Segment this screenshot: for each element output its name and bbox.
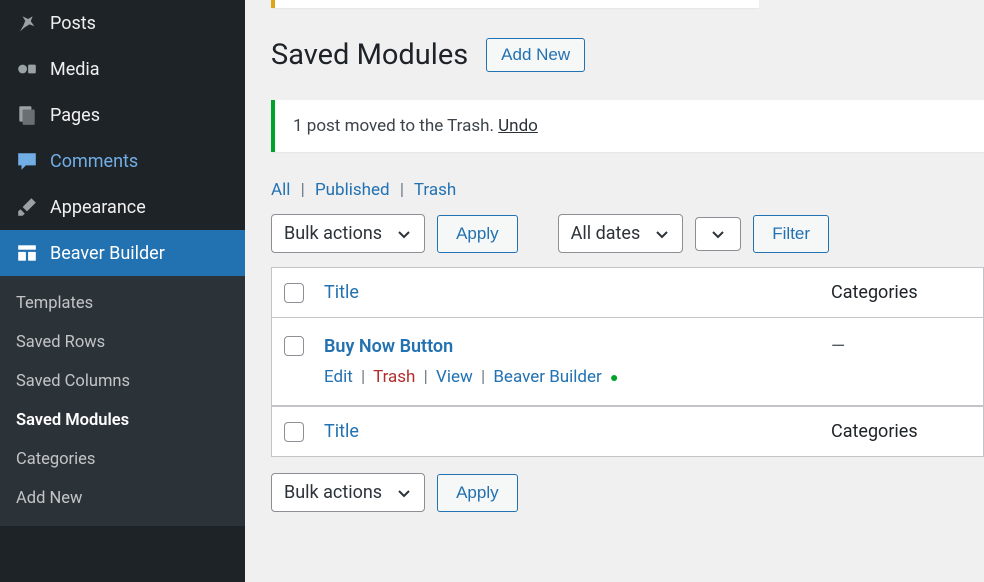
notice-warning-stub (271, 0, 759, 8)
subnav-add-new[interactable]: Add New (0, 479, 245, 518)
chevron-down-icon (396, 226, 412, 242)
row-categories: — (831, 336, 971, 357)
category-select[interactable] (695, 217, 741, 251)
chevron-down-icon (396, 485, 412, 501)
pin-icon (16, 12, 38, 34)
row-checkbox[interactable] (284, 336, 304, 356)
filter-trash[interactable]: Trash (414, 180, 456, 200)
nav-comments[interactable]: Comments (0, 138, 245, 184)
add-new-button[interactable]: Add New (486, 38, 585, 72)
nav-label: Media (50, 59, 100, 80)
bulk-actions-select[interactable]: Bulk actions (271, 473, 425, 512)
brush-icon (16, 196, 38, 218)
beaver-builder-link[interactable]: Beaver Builder (493, 367, 601, 387)
filter-button[interactable]: Filter (753, 215, 829, 253)
apply-button[interactable]: Apply (437, 215, 518, 253)
comment-icon (16, 150, 38, 172)
media-icon (16, 58, 38, 80)
select-label: Bulk actions (284, 223, 382, 244)
tablenav-top: Bulk actions Apply All dates Filter (271, 214, 984, 253)
admin-sidebar: Posts Media Pages Comments Appearance Be… (0, 0, 245, 582)
nav-media[interactable]: Media (0, 46, 245, 92)
main-content: Saved Modules Add New 1 post moved to th… (245, 0, 984, 582)
trash-notice: 1 post moved to the Trash. Undo (271, 100, 984, 152)
row-title-link[interactable]: Buy Now Button (324, 336, 453, 357)
trash-link[interactable]: Trash (373, 367, 415, 387)
table-header: Title Categories (272, 268, 983, 318)
filter-all[interactable]: All (271, 180, 290, 200)
apply-button[interactable]: Apply (437, 474, 518, 512)
select-all-checkbox[interactable] (284, 422, 304, 442)
filter-links: All | Published | Trash (271, 180, 984, 200)
bulk-actions-select[interactable]: Bulk actions (271, 214, 425, 253)
table-row: Buy Now Button Edit | Trash | View | Bea… (272, 318, 983, 406)
nav-label: Beaver Builder (50, 243, 165, 264)
nav-posts[interactable]: Posts (0, 0, 245, 46)
nav-label: Posts (50, 13, 96, 34)
nav-pages[interactable]: Pages (0, 92, 245, 138)
col-categories: Categories (831, 282, 971, 303)
subnav-templates[interactable]: Templates (0, 284, 245, 323)
edit-link[interactable]: Edit (324, 367, 353, 387)
col-title[interactable]: Title (324, 421, 359, 442)
select-label: All dates (571, 223, 641, 244)
page-header: Saved Modules Add New (271, 38, 984, 72)
page-title: Saved Modules (271, 38, 468, 72)
separator: | (481, 367, 485, 387)
nav-appearance[interactable]: Appearance (0, 184, 245, 230)
subnav-saved-columns[interactable]: Saved Columns (0, 362, 245, 401)
separator: | (424, 367, 428, 387)
col-categories: Categories (831, 421, 971, 442)
subnav-categories[interactable]: Categories (0, 440, 245, 479)
notice-text: 1 post moved to the Trash. (293, 116, 498, 136)
separator: | (361, 367, 365, 387)
select-all-checkbox[interactable] (284, 283, 304, 303)
tablenav-bottom: Bulk actions Apply (271, 473, 984, 512)
table-footer: Title Categories (272, 406, 983, 456)
filter-published[interactable]: Published (315, 180, 390, 200)
view-link[interactable]: View (436, 367, 473, 387)
subnav-saved-modules[interactable]: Saved Modules (0, 401, 245, 440)
nav-label: Pages (50, 105, 100, 126)
submenu: Templates Saved Rows Saved Columns Saved… (0, 276, 245, 526)
layout-icon (16, 242, 38, 264)
select-label: Bulk actions (284, 482, 382, 503)
separator: | (400, 180, 404, 200)
chevron-down-icon (654, 226, 670, 242)
modules-table: Title Categories Buy Now Button Edit | T… (271, 267, 984, 457)
undo-link[interactable]: Undo (498, 116, 538, 136)
nav-label: Comments (50, 151, 138, 172)
pages-icon (16, 104, 38, 126)
status-dot-icon: ● (610, 370, 618, 386)
nav-beaver-builder[interactable]: Beaver Builder (0, 230, 245, 276)
separator: | (301, 180, 305, 200)
row-actions: Edit | Trash | View | Beaver Builder ● (324, 367, 811, 387)
nav-label: Appearance (50, 197, 146, 218)
subnav-saved-rows[interactable]: Saved Rows (0, 323, 245, 362)
dates-select[interactable]: All dates (558, 214, 684, 253)
col-title[interactable]: Title (324, 282, 359, 303)
chevron-down-icon (710, 226, 726, 242)
